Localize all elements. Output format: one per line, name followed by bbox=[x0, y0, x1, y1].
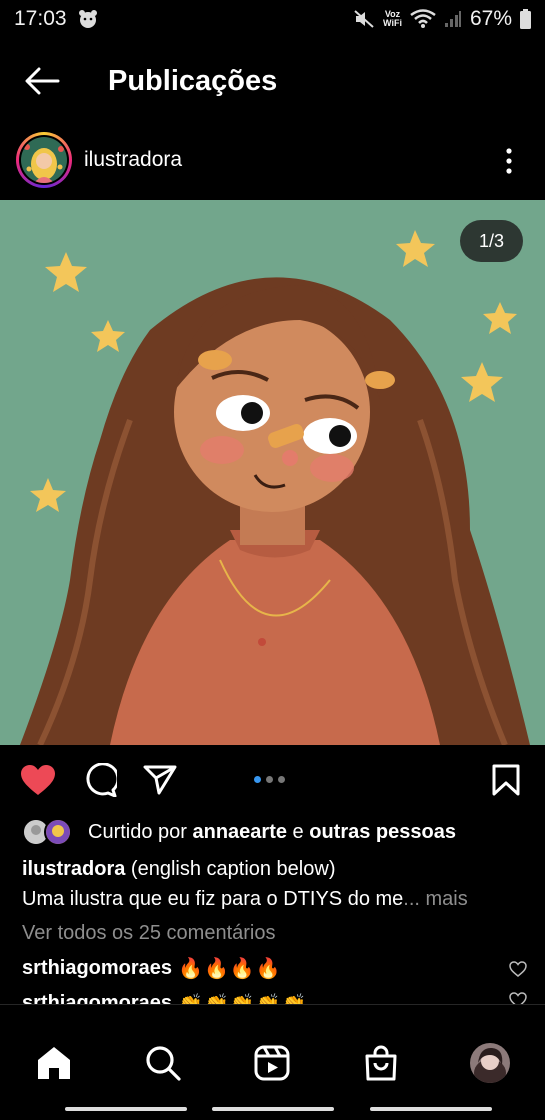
nav-reels[interactable] bbox=[250, 1041, 294, 1085]
nav-search[interactable] bbox=[141, 1041, 185, 1085]
carousel-dot-2 bbox=[266, 776, 273, 783]
comment-text: 👏👏👏👏👏 bbox=[178, 992, 308, 1004]
heart-outline-icon[interactable] bbox=[509, 992, 527, 1004]
vowifi-indicator: Voz WiFi bbox=[383, 10, 402, 28]
post-header: ilustradora bbox=[0, 130, 545, 190]
more-vertical-icon bbox=[506, 148, 512, 174]
mute-icon bbox=[354, 10, 374, 28]
comment-username[interactable]: srthiagomoraes bbox=[22, 957, 172, 980]
story-avatar[interactable] bbox=[16, 132, 72, 188]
comment-icon bbox=[86, 763, 117, 797]
send-icon bbox=[143, 765, 177, 795]
likes-prefix: Curtido por bbox=[88, 820, 193, 843]
shopping-bag-icon bbox=[365, 1045, 397, 1081]
likes-summary[interactable]: Curtido por annaearte e outras pessoas bbox=[22, 816, 456, 848]
likes-others[interactable]: outras pessoas bbox=[309, 821, 456, 844]
caption-username[interactable]: ilustradora bbox=[22, 858, 125, 880]
bookmark-icon bbox=[492, 764, 520, 796]
reels-icon bbox=[254, 1045, 290, 1081]
profile-avatar bbox=[470, 1043, 510, 1083]
heart-outline-icon[interactable] bbox=[509, 960, 527, 977]
post-caption: ilustradora (english caption below) Uma … bbox=[22, 854, 522, 914]
likes-user[interactable]: annaearte bbox=[193, 821, 288, 844]
likes-conj: e bbox=[287, 820, 310, 843]
comment-button[interactable] bbox=[80, 760, 120, 800]
home-indicator bbox=[65, 1107, 187, 1111]
post-username[interactable]: ilustradora bbox=[84, 148, 182, 172]
notification-icon bbox=[78, 10, 97, 28]
nav-home[interactable] bbox=[32, 1041, 76, 1085]
image-counter-badge: 1/3 bbox=[460, 220, 523, 262]
search-icon bbox=[146, 1046, 181, 1081]
battery-percent: 67% bbox=[469, 7, 512, 30]
comment-text: 🔥🔥🔥🔥 bbox=[178, 958, 282, 980]
heart-filled-icon bbox=[21, 765, 55, 795]
back-arrow-icon bbox=[25, 67, 60, 95]
liker-avatar bbox=[44, 818, 72, 846]
post-actions bbox=[0, 752, 545, 808]
status-time: 17:03 bbox=[14, 7, 67, 30]
like-button[interactable] bbox=[18, 760, 58, 800]
home-indicator bbox=[370, 1107, 492, 1111]
comment-username[interactable]: srthiagomoraes bbox=[22, 992, 172, 1004]
carousel-indicator bbox=[254, 776, 285, 783]
carousel-dot-1 bbox=[254, 776, 261, 783]
wifi-icon bbox=[410, 9, 436, 28]
page-title: Publicações bbox=[108, 64, 278, 97]
comment-row: srthiagomoraes 👏👏👏👏👏 bbox=[22, 992, 527, 1004]
caption-more-link[interactable]: mais bbox=[420, 888, 468, 910]
carousel-dot-3 bbox=[278, 776, 285, 783]
status-bar: 17:03 Voz WiFi 67% bbox=[0, 0, 545, 38]
nav-profile[interactable] bbox=[468, 1041, 512, 1085]
share-button[interactable] bbox=[140, 760, 180, 800]
vowifi-line2: WiFi bbox=[383, 18, 402, 28]
nav-shop[interactable] bbox=[359, 1041, 403, 1085]
caption-line1: (english caption below) bbox=[125, 858, 336, 880]
illustration-image bbox=[0, 200, 545, 745]
caption-ellipsis: ... bbox=[403, 888, 420, 910]
home-icon bbox=[38, 1047, 70, 1079]
post-image[interactable]: 1/3 bbox=[0, 200, 545, 745]
back-button[interactable] bbox=[0, 48, 84, 114]
app-header: Publicações bbox=[0, 48, 545, 114]
more-options-button[interactable] bbox=[495, 144, 523, 178]
signal-icon bbox=[444, 11, 461, 27]
view-all-comments-link[interactable]: Ver todos os 25 comentários bbox=[22, 922, 275, 945]
comment-row: srthiagomoraes 🔥🔥🔥🔥 bbox=[22, 956, 527, 981]
caption-line2: Uma ilustra que eu fiz para o DTIYS do m… bbox=[22, 888, 404, 910]
avatar-image bbox=[21, 137, 67, 183]
home-indicator bbox=[212, 1107, 334, 1111]
liker-avatars bbox=[22, 818, 80, 846]
save-button[interactable] bbox=[486, 760, 526, 800]
battery-icon bbox=[520, 9, 531, 29]
bottom-navigation bbox=[0, 1004, 545, 1120]
